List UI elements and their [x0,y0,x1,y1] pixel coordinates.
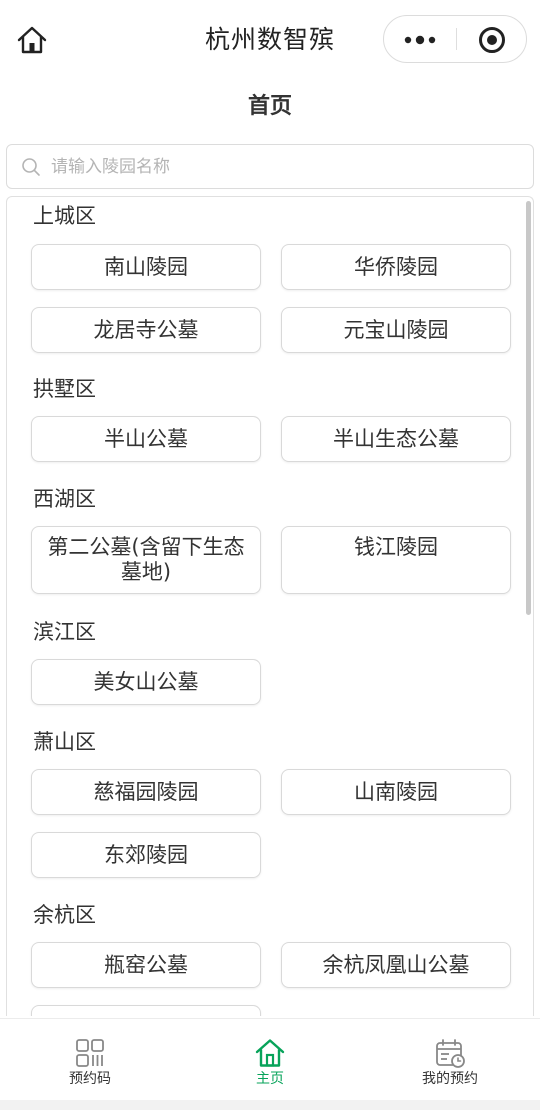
cemetery-button[interactable]: 慈福园陵园 [31,769,261,815]
section-title-binjiang: 滨江区 [33,620,96,644]
cemetery-button[interactable]: 东郊陵园 [31,832,261,878]
cemetery-name: 龙居寺公墓 [93,318,199,342]
calendar-clock-icon [434,1037,466,1069]
search-bar [6,144,534,189]
cemetery-button[interactable]: 半山生态公墓 [281,416,511,462]
tab-booking-code[interactable]: 预约码 [0,1019,180,1099]
section-title-gongshu: 拱墅区 [33,377,96,401]
cemetery-name: 瓶窑公墓 [104,953,188,977]
tab-label: 主页 [256,1071,284,1087]
cemetery-button[interactable]: 余杭凤凰山公墓 [281,942,511,988]
home-icon [254,1037,286,1069]
cemetery-name: 美女山公墓 [93,670,199,694]
section-title-xiaoshan: 萧山区 [33,730,96,754]
cemetery-button[interactable]: 美女山公墓 [31,659,261,705]
navigation-bar: 杭州数智殡 [0,0,540,80]
tab-my-bookings[interactable]: 我的预约 [360,1019,540,1099]
tab-label: 我的预约 [422,1071,478,1087]
cemetery-button[interactable]: 南山陵园 [31,244,261,290]
cemetery-button[interactable]: 第二公墓(含留下生态墓地) [31,526,261,594]
section-title-shangcheng: 上城区 [33,204,96,228]
section-title-yuhang: 余杭区 [33,903,96,927]
cemetery-button[interactable] [31,1005,261,1016]
search-icon [21,157,41,177]
tab-label: 预约码 [69,1071,111,1087]
bottom-strip [0,1100,540,1110]
cemetery-button[interactable]: 半山公墓 [31,416,261,462]
more-icon[interactable] [384,16,456,62]
cemetery-button[interactable]: 元宝山陵园 [281,307,511,353]
cemetery-name: 南山陵园 [104,255,188,279]
cemetery-button[interactable]: 瓶窑公墓 [31,942,261,988]
cemetery-button[interactable]: 龙居寺公墓 [31,307,261,353]
cemetery-name: 第二公墓(含留下生态墓地) [47,535,245,584]
cemetery-button[interactable]: 山南陵园 [281,769,511,815]
scrollbar[interactable] [526,201,531,615]
cemetery-button[interactable]: 钱江陵园 [281,526,511,594]
search-input[interactable] [51,151,511,183]
cemetery-button[interactable]: 华侨陵园 [281,244,511,290]
cemetery-name: 钱江陵园 [354,535,438,559]
cemetery-name: 半山公墓 [104,427,188,451]
tab-home[interactable]: 主页 [180,1019,360,1099]
cemetery-name: 慈福园陵园 [93,780,199,804]
cemetery-name: 半山生态公墓 [333,427,459,451]
cemetery-name: 余杭凤凰山公墓 [322,953,470,977]
cemetery-name: 元宝山陵园 [343,318,449,342]
cemetery-name: 山南陵园 [354,780,438,804]
tab-bar: 预约码 主页 我的预约 [0,1018,540,1101]
cemetery-name: 东郊陵园 [104,843,188,867]
cemetery-list[interactable]: 上城区 南山陵园 华侨陵园 龙居寺公墓 元宝山陵园 拱墅区 半山公墓 半山生态公… [6,196,534,1016]
mini-program-capsule [383,15,527,63]
section-title-xihu: 西湖区 [33,487,96,511]
cemetery-name: 华侨陵园 [354,255,438,279]
qrcode-icon [74,1037,106,1069]
page-title: 首页 [247,94,292,119]
close-target-icon[interactable] [457,16,527,62]
